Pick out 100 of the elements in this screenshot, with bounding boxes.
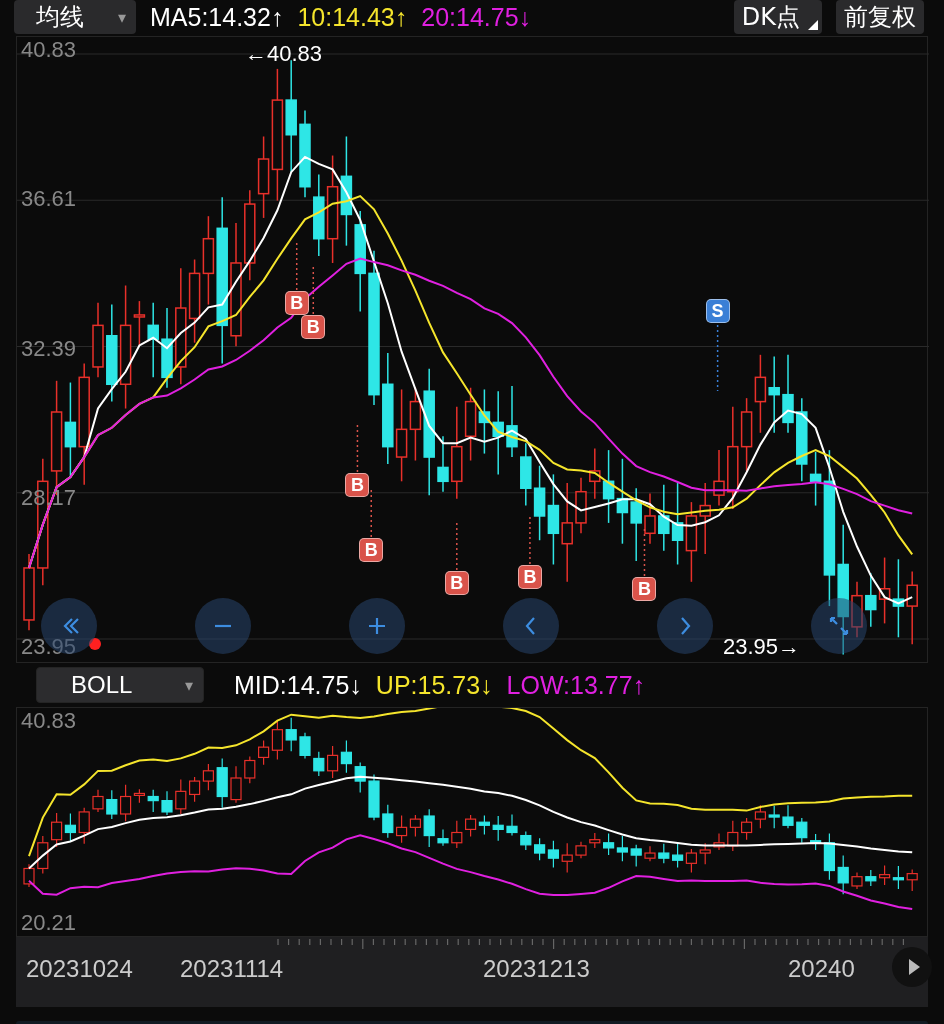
indicator-select[interactable]: 均线 ▾ — [14, 0, 136, 34]
buy-marker[interactable]: B — [444, 571, 469, 595]
candle — [285, 717, 297, 752]
candle — [561, 842, 573, 874]
candle — [672, 842, 684, 869]
marker-leader-line — [529, 516, 531, 565]
candle — [644, 845, 656, 862]
candle — [575, 477, 587, 535]
candle — [244, 755, 256, 784]
candle — [658, 484, 670, 552]
candle — [603, 832, 615, 856]
ma-reading: 20:14.75↓ — [421, 2, 532, 32]
candle — [616, 835, 628, 862]
indicator-select[interactable]: BOLL ▾ — [36, 667, 204, 703]
zoom-out-button[interactable] — [195, 598, 251, 654]
date-label: 20240 — [788, 955, 855, 983]
candle — [713, 449, 725, 507]
candle — [396, 814, 408, 844]
candle — [313, 751, 325, 777]
candle — [216, 757, 228, 809]
date-label: 20231114 — [180, 955, 284, 983]
boll-reading: LOW:13.77↑ — [506, 670, 646, 700]
candle — [878, 556, 891, 625]
dk-point-button[interactable]: DK点 — [733, 0, 822, 34]
candle — [478, 814, 490, 836]
candle — [851, 581, 863, 638]
low-price-label: 23.95→ — [723, 634, 801, 660]
candle — [106, 789, 118, 820]
candle — [906, 868, 918, 892]
candle — [865, 869, 877, 887]
date-label: 20231213 — [483, 955, 590, 983]
candle — [741, 817, 753, 841]
candle — [354, 761, 366, 793]
minus-icon — [215, 624, 231, 628]
date-label: 20231024 — [26, 955, 133, 983]
candle — [299, 732, 311, 760]
plus-icon — [367, 616, 387, 636]
sell-marker[interactable]: S — [705, 299, 730, 323]
ma-reading: MA5:14.32↑ — [150, 2, 284, 32]
candle — [423, 808, 435, 848]
chevron-right-icon — [681, 617, 691, 635]
candle — [506, 813, 518, 837]
price-axis-label: 23.95 — [21, 634, 77, 660]
candle — [575, 841, 587, 859]
candle — [175, 778, 187, 815]
diagonal-arrows-icon — [829, 616, 849, 636]
buy-marker[interactable]: B — [359, 538, 384, 562]
marker-leader-line — [716, 324, 719, 392]
candle — [644, 492, 656, 545]
candle — [796, 817, 808, 844]
buy-marker[interactable]: B — [345, 473, 370, 497]
candle — [23, 863, 35, 888]
candle — [727, 820, 739, 852]
boll-reading: MID:14.75↓ — [234, 670, 362, 700]
candle — [685, 848, 697, 874]
candle — [78, 807, 90, 845]
price-axis-label: 36.61 — [21, 186, 77, 213]
candle — [368, 773, 380, 821]
price-axis-label: 32.39 — [21, 335, 77, 362]
candle — [589, 832, 601, 849]
candle — [754, 804, 766, 829]
candle — [520, 830, 532, 851]
candle — [64, 812, 76, 843]
candle — [713, 832, 725, 851]
boll-reading: UP:15.73↓ — [375, 670, 493, 700]
next-button[interactable] — [657, 598, 713, 654]
candle — [437, 828, 449, 847]
candle — [630, 844, 642, 867]
candle — [465, 814, 477, 838]
play-icon — [907, 958, 921, 976]
candle — [340, 739, 352, 774]
candle — [437, 435, 449, 493]
candle — [768, 805, 780, 829]
candle — [382, 804, 394, 839]
marker-leader-line — [643, 528, 646, 577]
high-price-label: ←40.83 — [245, 41, 323, 67]
corner-triangle-icon — [808, 20, 818, 30]
buy-marker[interactable]: B — [301, 315, 326, 339]
candle — [589, 447, 601, 500]
price-axis-label: 40.83 — [21, 708, 77, 734]
buy-marker[interactable]: B — [517, 565, 542, 589]
price-adjust-button[interactable]: 前复权 — [836, 0, 924, 34]
marker-leader-line — [312, 266, 315, 315]
candle — [230, 765, 242, 804]
buy-marker[interactable]: B — [632, 577, 657, 601]
candle — [658, 843, 670, 864]
ma-reading: 10:14.43↑ — [297, 2, 408, 32]
candle — [409, 814, 421, 838]
fit-button[interactable] — [811, 598, 867, 654]
candle — [189, 776, 201, 803]
buy-marker[interactable]: B — [284, 291, 309, 315]
zoom-in-button[interactable] — [349, 598, 405, 654]
double-chevron-left-icon — [63, 617, 80, 635]
play-button[interactable] — [892, 947, 932, 987]
marker-leader-line — [356, 424, 359, 473]
candle — [327, 745, 339, 779]
candle — [892, 865, 904, 890]
candle — [161, 790, 173, 816]
previous-button[interactable] — [503, 598, 559, 654]
candle — [492, 815, 504, 842]
